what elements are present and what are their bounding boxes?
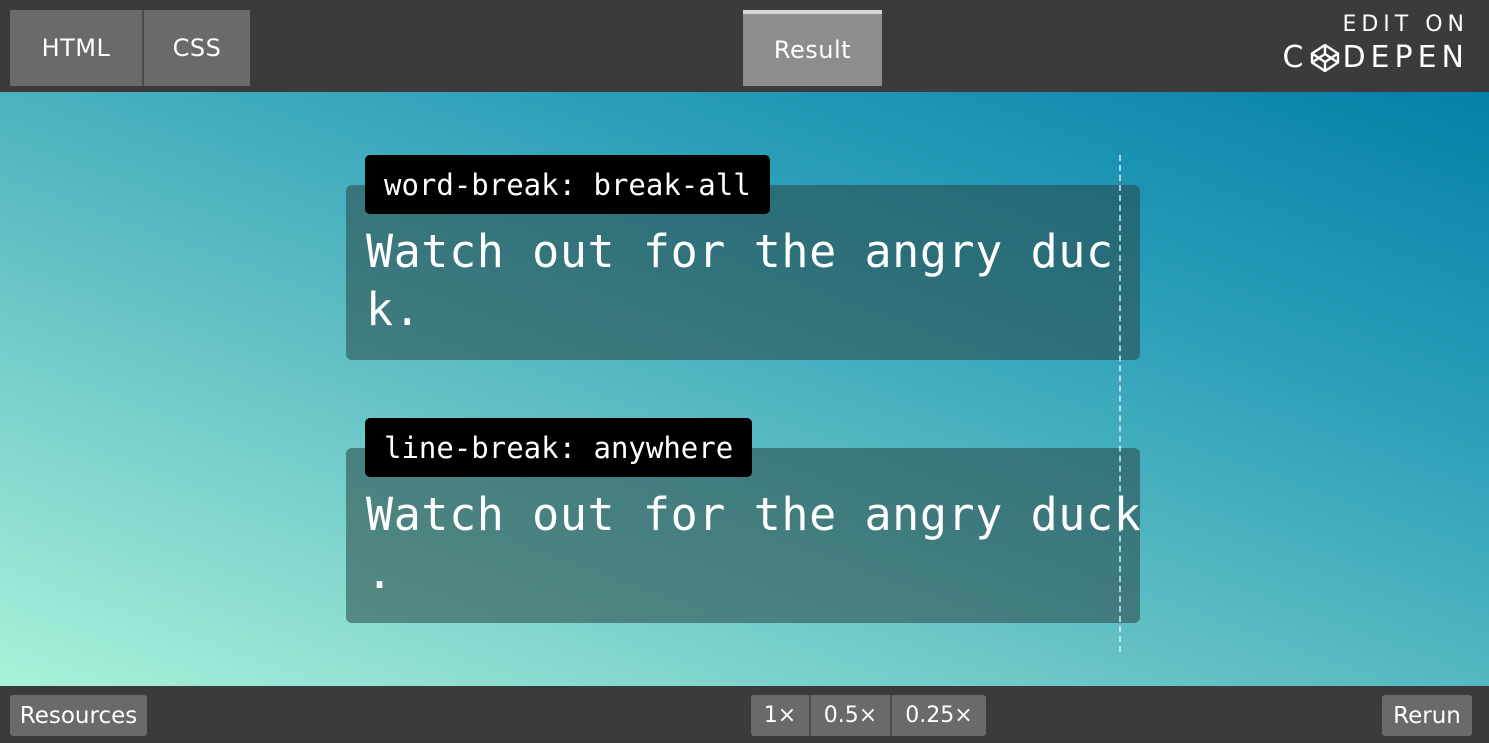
word-break-sample-line-1: Watch out for the angry duc xyxy=(366,225,1114,278)
rerun-button[interactable]: Rerun xyxy=(1382,695,1472,736)
width-guide-line xyxy=(1119,155,1121,652)
codepen-wordmark: C DEPEN xyxy=(1283,38,1470,78)
zoom-1x-button[interactable]: 1× xyxy=(751,695,811,736)
editor-header: HTML CSS Result EDIT ON C DEPEN xyxy=(0,0,1489,92)
codepen-wordmark-end: DEPEN xyxy=(1342,40,1469,75)
result-preview: Watch out for the angry duc k. word-brea… xyxy=(0,92,1489,686)
zoom-0-25x-button[interactable]: 0.25× xyxy=(892,695,986,736)
line-break-sample-line-2: . xyxy=(366,546,394,599)
line-break-sample-line-1: Watch out for the angry duck xyxy=(366,488,1142,541)
editor-footer: Resources 1× 0.5× 0.25× Rerun xyxy=(0,686,1489,743)
word-break-sample-line-2: k. xyxy=(366,283,422,336)
codepen-wordmark-start: C xyxy=(1282,40,1309,75)
line-break-label: line-break: anywhere xyxy=(365,418,753,477)
word-break-label: word-break: break-all xyxy=(365,155,770,214)
zoom-0-5x-button[interactable]: 0.5× xyxy=(811,695,892,736)
tab-result[interactable]: Result xyxy=(743,10,882,86)
resources-button[interactable]: Resources xyxy=(10,695,147,736)
tab-css[interactable]: CSS xyxy=(144,10,250,86)
edit-on-label: EDIT ON xyxy=(1342,12,1469,37)
edit-on-codepen-link[interactable]: EDIT ON C DEPEN xyxy=(1283,12,1470,78)
codepen-logo-icon xyxy=(1311,43,1340,73)
zoom-controls: 1× 0.5× 0.25× xyxy=(751,695,986,736)
tab-html[interactable]: HTML xyxy=(10,10,144,86)
editor-tab-group: HTML CSS xyxy=(10,10,250,86)
